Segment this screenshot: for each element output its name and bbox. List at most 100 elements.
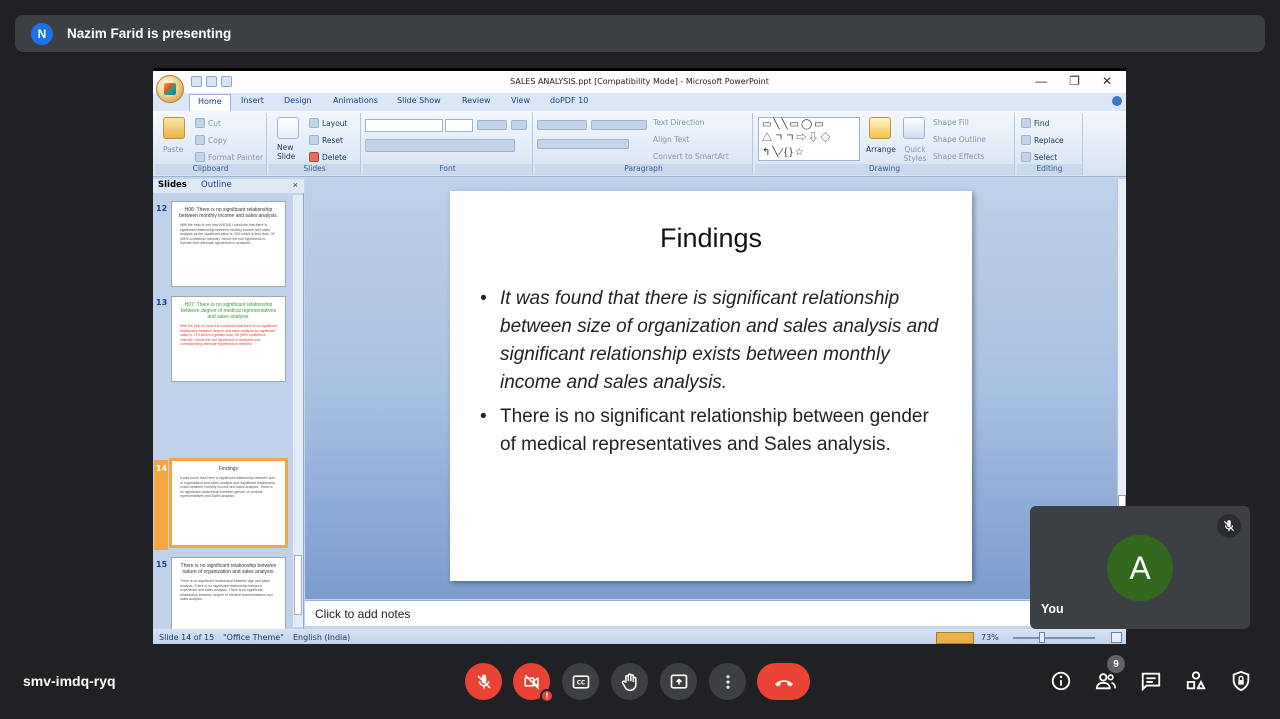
raise-hand-button[interactable] (611, 663, 648, 700)
ribbon-group-paragraph: Text Direction Align Text Convert to Sma… (535, 113, 753, 175)
tab-slides[interactable]: Slides (158, 180, 187, 190)
captions-button[interactable]: CC (562, 663, 599, 700)
replace-label[interactable]: Replace (1034, 136, 1064, 145)
mic-off-icon (1217, 514, 1241, 538)
tab-design[interactable]: Design (284, 96, 312, 105)
slides-pane-scrollbar[interactable] (293, 195, 303, 627)
minimize-icon[interactable]: — (1035, 74, 1047, 88)
chat-button[interactable] (1139, 669, 1163, 693)
reset-label[interactable]: Reset (322, 136, 343, 145)
office-button[interactable] (156, 75, 184, 103)
arrange-label[interactable]: Arrange (866, 145, 896, 154)
format-painter-label[interactable]: Format Painter (208, 153, 263, 162)
quick-access-toolbar (191, 76, 232, 87)
slide-thumbnail-selected[interactable]: Findings It was found that there is sign… (169, 458, 288, 548)
zoom-level[interactable]: 73% (981, 633, 999, 642)
restore-icon[interactable]: ❐ (1069, 74, 1080, 88)
thumb-title: There is no significant relationship bet… (180, 563, 277, 575)
slide-thumbnail[interactable]: H07: There is no significant relationshi… (171, 296, 286, 382)
new-slide-icon[interactable] (277, 117, 299, 139)
paste-icon[interactable] (163, 117, 185, 139)
text-direction-label[interactable]: Text Direction (653, 118, 704, 127)
layout-label[interactable]: Layout (322, 119, 348, 128)
fit-window-icon[interactable] (1111, 632, 1122, 643)
ribbon: Paste Cut Copy Format Painter Clipboard … (153, 111, 1126, 177)
paste-label[interactable]: Paste (163, 145, 183, 154)
group-label: Clipboard (155, 164, 266, 175)
present-button[interactable] (660, 663, 697, 700)
tab-review[interactable]: Review (462, 96, 491, 105)
scroll-thumb[interactable] (294, 555, 302, 615)
copy-icon[interactable] (195, 135, 205, 145)
tab-outline[interactable]: Outline (201, 180, 232, 190)
quick-styles-icon[interactable] (903, 117, 925, 139)
font-size-box[interactable] (445, 119, 473, 132)
hang-up-icon (774, 679, 793, 686)
reset-icon[interactable] (309, 135, 319, 145)
font-name-box[interactable] (365, 119, 443, 132)
grow-shrink-font-icon[interactable] (477, 120, 507, 130)
alignment-icons[interactable] (537, 139, 629, 149)
slide-title[interactable]: Findings (450, 223, 972, 254)
view-buttons[interactable] (936, 632, 974, 644)
close-icon[interactable]: × (293, 180, 298, 190)
delete-icon[interactable] (309, 152, 319, 162)
align-text-label[interactable]: Align Text (653, 135, 689, 144)
current-slide[interactable]: Findings It was found that there is sign… (450, 191, 972, 581)
slide-thumbnail[interactable]: H06: There is no significant relationshi… (171, 201, 286, 287)
self-video-tile[interactable]: A You (1030, 506, 1250, 629)
zoom-slider-handle[interactable] (1039, 632, 1045, 643)
tab-animations[interactable]: Animations (333, 96, 378, 105)
notes-pane[interactable]: Click to add notes (305, 600, 1126, 626)
ribbon-group-font: Font (363, 113, 533, 175)
tab-home[interactable]: Home (189, 94, 231, 111)
replace-icon[interactable] (1021, 135, 1031, 145)
mic-toggle-button[interactable] (465, 663, 502, 700)
shape-effects-label[interactable]: Shape Effects (933, 152, 984, 161)
redo-icon[interactable] (221, 76, 232, 87)
find-label[interactable]: Find (1034, 119, 1049, 128)
leave-call-button[interactable] (757, 663, 810, 700)
new-slide-label[interactable]: New Slide (277, 143, 301, 161)
convert-smartart-label[interactable]: Convert to SmartArt (653, 152, 729, 161)
select-icon[interactable] (1021, 152, 1031, 162)
delete-label[interactable]: Delete (322, 153, 347, 162)
shapes-gallery[interactable]: ▭╲╲▭◯▭ △ㄱㄱ⇨⇩◇ ↰╲∕{}☆ (758, 117, 860, 161)
host-controls-button[interactable] (1229, 669, 1253, 693)
clear-formatting-icon[interactable] (511, 120, 527, 130)
tab-dopdf[interactable]: doPDF 10 (550, 96, 588, 105)
help-icon[interactable] (1112, 96, 1122, 106)
close-icon[interactable]: ✕ (1102, 74, 1112, 88)
tab-slide-show[interactable]: Slide Show (397, 96, 441, 105)
select-label[interactable]: Select (1034, 153, 1057, 162)
more-options-button[interactable] (709, 663, 746, 700)
slide-editor: Findings It was found that there is sign… (305, 179, 1117, 599)
zoom-slider[interactable] (1013, 637, 1095, 639)
indent-icon[interactable] (591, 120, 647, 130)
thumb-body: With the help of one way ANOVA I conclud… (180, 223, 275, 245)
tab-insert[interactable]: Insert (241, 96, 264, 105)
quick-styles-label[interactable]: Quick Styles (901, 145, 929, 163)
arrange-icon[interactable] (869, 117, 891, 139)
cut-label[interactable]: Cut (208, 119, 221, 128)
camera-toggle-button[interactable]: ! (513, 663, 554, 703)
bullets-numbering-icon[interactable] (537, 120, 587, 130)
find-icon[interactable] (1021, 118, 1031, 128)
window-controls: — ❐ ✕ (1035, 74, 1112, 88)
slide-number: 14 (156, 464, 168, 473)
save-icon[interactable] (191, 76, 202, 87)
meeting-details-button[interactable] (1049, 669, 1073, 693)
ppt-window-title: SALES ANALYSIS.ppt [Compatibility Mode] … (510, 77, 769, 86)
undo-icon[interactable] (206, 76, 217, 87)
font-format-buttons[interactable] (365, 139, 515, 152)
copy-label[interactable]: Copy (208, 136, 227, 145)
cut-icon[interactable] (195, 118, 205, 128)
format-painter-icon[interactable] (195, 152, 205, 162)
tab-view[interactable]: View (511, 96, 530, 105)
activities-button[interactable] (1184, 669, 1208, 693)
warning-icon: ! (540, 689, 554, 703)
shape-outline-label[interactable]: Shape Outline (933, 135, 986, 144)
slide-bullets[interactable]: It was found that there is significant r… (480, 285, 940, 465)
layout-icon[interactable] (309, 118, 319, 128)
shape-fill-label[interactable]: Shape Fill (933, 118, 969, 127)
